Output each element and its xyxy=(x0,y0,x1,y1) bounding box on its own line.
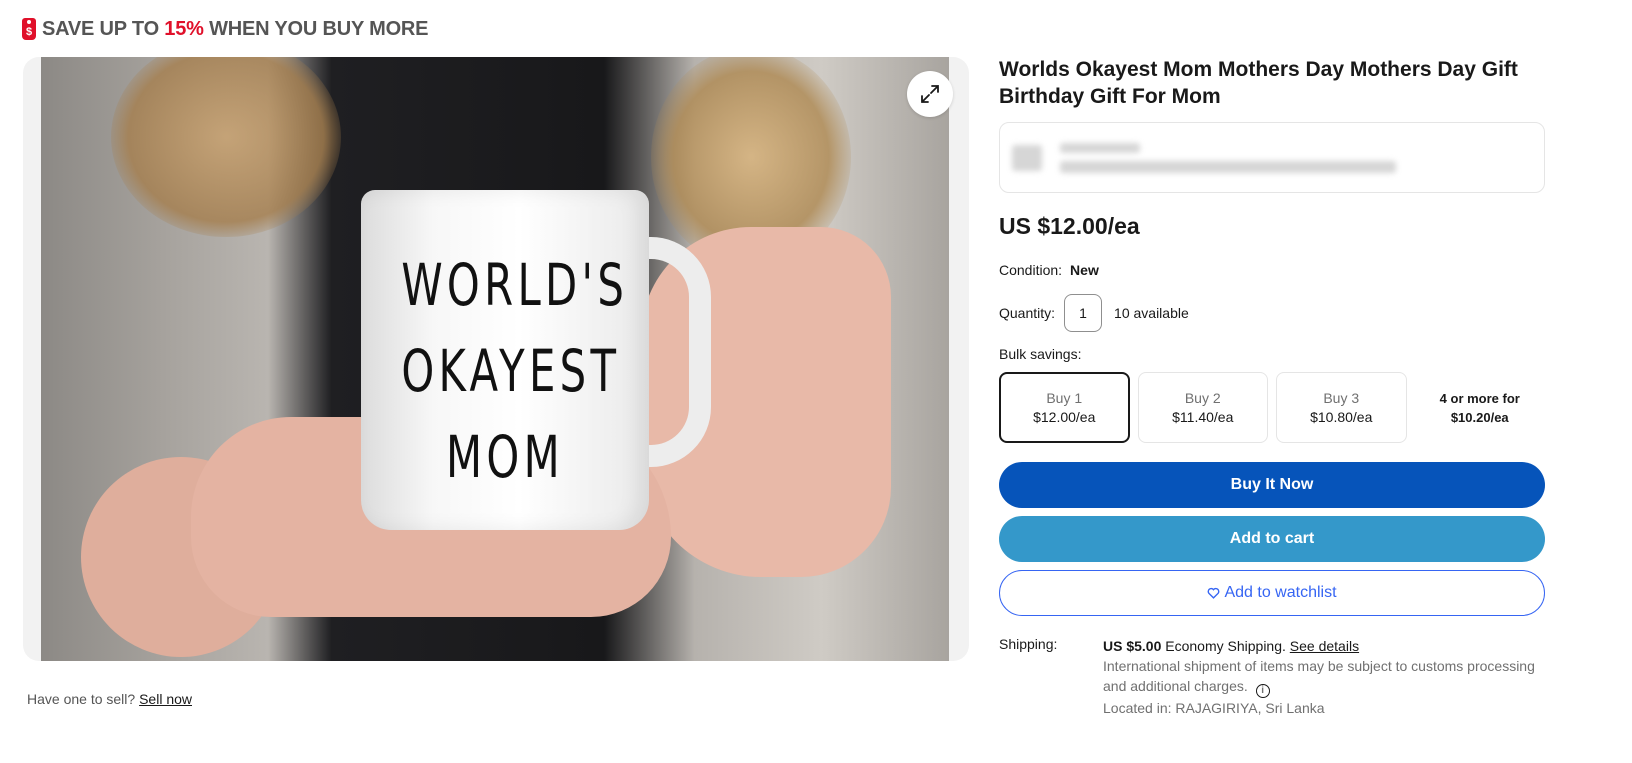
add-to-cart-button[interactable]: Add to cart xyxy=(999,516,1545,562)
bulk-qty: Buy 3 xyxy=(1323,389,1360,406)
buy-it-now-button[interactable]: Buy It Now xyxy=(999,462,1545,508)
sell-now-link[interactable]: Sell now xyxy=(139,691,192,707)
add-to-watchlist-button[interactable]: Add to watchlist xyxy=(999,570,1545,616)
promo-prefix: SAVE UP TO xyxy=(42,17,159,40)
bulk-price: $10.20/ea xyxy=(1450,409,1509,425)
condition-row: Condition: New xyxy=(999,262,1545,278)
mug-line: WORLD'S xyxy=(401,251,629,319)
buy-box: Worlds Okayest Mom Mothers Day Mothers D… xyxy=(999,56,1545,718)
shipping-section: Shipping: US $5.00 Economy Shipping. See… xyxy=(999,636,1545,718)
sell-prompt-text: Have one to sell? xyxy=(27,691,136,707)
bulk-price: $10.80/ea xyxy=(1310,408,1373,425)
expand-image-button[interactable] xyxy=(907,71,953,117)
promo-percent: 15% xyxy=(164,17,204,40)
see-details-link[interactable]: See details xyxy=(1290,638,1359,654)
promo-suffix: WHEN YOU BUY MORE xyxy=(209,17,429,40)
available-count: 10 available xyxy=(1114,305,1189,321)
heart-icon xyxy=(1208,587,1220,599)
expand-arrows-icon xyxy=(921,85,939,103)
bulk-option-4-plus[interactable]: 4 or more for $10.20/ea xyxy=(1415,372,1546,443)
shipping-cost: US $5.00 xyxy=(1103,638,1162,654)
bulk-options: Buy 1 $12.00/ea Buy 2 $11.40/ea Buy 3 $1… xyxy=(999,372,1545,443)
promo-banner: $ SAVE UP TO 15% WHEN YOU BUY MORE xyxy=(22,16,429,42)
item-location: Located in: RAJAGIRIYA, Sri Lanka xyxy=(1103,700,1325,716)
shipping-main: US $5.00 Economy Shipping. See details xyxy=(1103,636,1545,656)
watchlist-label: Add to watchlist xyxy=(1224,584,1337,601)
bulk-option-buy-2[interactable]: Buy 2 $11.40/ea xyxy=(1137,372,1268,443)
seller-name-redacted xyxy=(1060,143,1140,153)
info-icon[interactable]: i xyxy=(1255,684,1270,698)
sale-tag-icon: $ xyxy=(22,18,36,40)
quantity-input[interactable]: 1 xyxy=(1064,294,1103,332)
photo-hair-left xyxy=(111,57,341,237)
seller-avatar xyxy=(1012,145,1042,171)
shipping-label: Shipping: xyxy=(999,636,1058,652)
bulk-option-buy-1[interactable]: Buy 1 $12.00/ea xyxy=(999,372,1130,443)
item-price: US $12.00/ea xyxy=(999,213,1140,239)
sell-prompt: Have one to sell? Sell now xyxy=(27,691,192,707)
bulk-qty: Buy 2 xyxy=(1184,389,1221,406)
seller-card[interactable] xyxy=(999,122,1545,193)
condition-label: Condition: xyxy=(999,262,1063,278)
promo-text: SAVE UP TO 15% WHEN YOU BUY MORE xyxy=(42,17,429,41)
mug-print: WORLD'S OKAYEST MOM xyxy=(401,242,629,500)
bulk-price: $11.40/ea xyxy=(1172,408,1234,425)
shipping-note-text: International shipment of items may be s… xyxy=(1103,658,1535,694)
shipping-method: Economy Shipping. xyxy=(1165,638,1286,654)
bulk-option-buy-3[interactable]: Buy 3 $10.80/ea xyxy=(1276,372,1407,443)
bulk-qty: Buy 1 xyxy=(1046,389,1083,406)
mug-line: OKAYEST xyxy=(401,337,621,405)
shipping-details: US $5.00 Economy Shipping. See details I… xyxy=(1103,636,1545,718)
quantity-row: Quantity: 1 10 available xyxy=(999,294,1545,332)
quantity-label: Quantity: xyxy=(999,305,1056,321)
bulk-qty: 4 or more for xyxy=(1439,390,1520,406)
condition-value: New xyxy=(1070,262,1099,278)
product-photo[interactable]: WORLD'S OKAYEST MOM xyxy=(41,57,949,661)
bulk-price: $12.00/ea xyxy=(1033,408,1096,425)
mug-line: MOM xyxy=(446,423,564,491)
shipping-note: International shipment of items may be s… xyxy=(1103,656,1545,698)
seller-details-redacted xyxy=(1060,161,1396,173)
product-title: Worlds Okayest Mom Mothers Day Mothers D… xyxy=(999,58,1518,108)
bulk-savings-label: Bulk savings: xyxy=(999,346,1082,362)
image-gallery[interactable]: WORLD'S OKAYEST MOM xyxy=(23,57,969,661)
